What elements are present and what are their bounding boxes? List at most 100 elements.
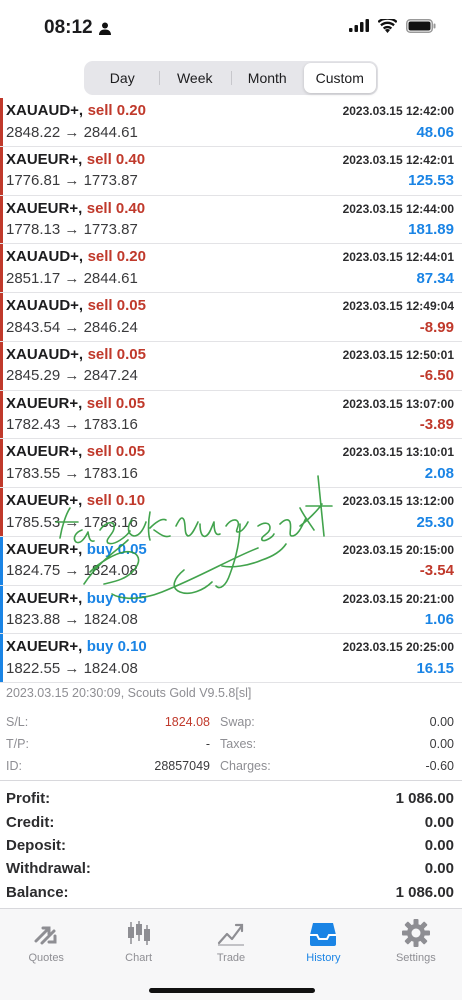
trade-profit: 87.34 xyxy=(416,269,454,287)
trade-direction-bar xyxy=(0,98,3,146)
swap-label: Swap: xyxy=(220,715,255,729)
trade-row[interactable]: XAUAUD+, sell 0.05 2023.03.15 12:50:01 284… xyxy=(0,341,462,391)
trade-prices: 1782.43 → 1783.16 xyxy=(6,416,138,433)
trade-symbol: XAUEUR+, xyxy=(6,589,83,607)
charges-value: -0.60 xyxy=(425,759,455,773)
person-icon xyxy=(98,22,111,35)
trade-open-price: 1824.75 xyxy=(6,562,61,580)
trade-row[interactable]: XAUEUR+, buy 0.10 2023.03.15 20:25:00 1822… xyxy=(0,634,462,683)
trade-direction: sell 0.20 xyxy=(87,248,146,266)
trade-icon xyxy=(216,918,246,948)
period-custom-label: Custom xyxy=(315,70,364,86)
summary-profit: Profit: 1 086.00 xyxy=(6,787,454,810)
trade-row[interactable]: XAUEUR+, sell 0.10 2023.03.15 13:12:00 178… xyxy=(0,488,462,537)
trade-direction: sell 0.40 xyxy=(86,199,146,217)
trade-prices: 2843.54 → 2846.24 xyxy=(6,318,138,336)
tab-quotes-label: Quotes xyxy=(28,952,64,964)
tab-chart[interactable]: Chart xyxy=(92,909,184,967)
trade-open-price: 2843.54 xyxy=(6,318,61,336)
period-week[interactable]: Week xyxy=(158,63,232,93)
quotes-icon xyxy=(32,918,60,948)
taxes-label: Taxes: xyxy=(220,737,257,751)
sl-value: 1824.08 xyxy=(164,715,210,729)
trade-close-price: 2847.24 xyxy=(83,367,138,385)
period-segmented-control: Day Week Month Custom xyxy=(84,61,378,95)
period-custom[interactable]: Custom xyxy=(303,63,376,93)
trade-open-price: 1785.53 xyxy=(6,513,61,531)
summary-profit-label: Profit: xyxy=(6,790,51,808)
trade-direction-bar xyxy=(0,390,3,439)
trade-row[interactable]: XAUEUR+, sell 0.05 2023.03.15 13:10:01 178… xyxy=(0,439,462,488)
trade-row[interactable]: XAUAUD+, sell 0.20 2023.03.15 12:42:00 284… xyxy=(0,98,462,147)
swap-value: 0.00 xyxy=(429,715,454,729)
summary-deposit-value: 0.00 xyxy=(424,836,454,854)
trade-close-time: 2023.03.15 12:42:01 xyxy=(342,152,454,167)
trade-symbol: XAUAUD+, xyxy=(6,345,84,363)
trade-profit: -8.99 xyxy=(419,318,454,336)
trade-symbol: XAUEUR+, xyxy=(6,150,83,168)
trade-direction: buy 0.05 xyxy=(86,540,147,558)
period-selector-bar: Day Week Month Custom xyxy=(0,57,462,99)
trade-row[interactable]: XAUEUR+, sell 0.05 2023.03.15 13:07:00 178… xyxy=(0,390,462,440)
trade-row[interactable]: XAUEUR+, sell 0.40 2023.03.15 12:44:00 177… xyxy=(0,195,462,245)
trade-close-price: 1773.87 xyxy=(83,172,138,190)
tab-history[interactable]: History xyxy=(277,909,369,967)
bottom-tab-bar: Quotes Chart Trade History Settings xyxy=(0,908,462,1000)
trade-direction-bar xyxy=(0,195,3,244)
trade-open-price: 1778.13 xyxy=(6,221,61,238)
trade-close-time: 2023.03.15 20:25:00 xyxy=(342,640,454,655)
trade-prices: 1822.55 → 1824.08 xyxy=(6,659,138,677)
trade-direction-bar xyxy=(0,439,3,487)
trade-row[interactable]: XAUEUR+, buy 0.05 2023.03.15 20:21:00 1823… xyxy=(0,585,462,635)
status-time: 08:12 xyxy=(44,17,93,38)
trade-prices: 1823.88 → 1824.08 xyxy=(6,611,138,628)
trade-direction: sell 0.05 xyxy=(86,394,146,412)
tab-settings-label: Settings xyxy=(395,952,436,964)
trade-profit: 48.06 xyxy=(416,123,454,141)
trade-prices: 1824.75 → 1824.08 xyxy=(6,562,138,580)
trade-close-price: 1783.16 xyxy=(83,416,138,433)
trade-prices: 2845.29 → 2847.24 xyxy=(6,367,138,385)
tab-quotes[interactable]: Quotes xyxy=(0,909,92,967)
trade-history-list: XAUAUD+, sell 0.20 2023.03.15 12:42:00 284… xyxy=(0,98,462,683)
period-month[interactable]: Month xyxy=(231,63,304,93)
trade-profit: -3.89 xyxy=(419,416,454,433)
trade-profit: 181.89 xyxy=(408,221,454,238)
trade-direction: sell 0.20 xyxy=(87,102,146,119)
tab-trade[interactable]: Trade xyxy=(185,909,277,967)
trade-symbol: XAUAUD+, xyxy=(6,102,84,119)
summary-profit-value: 1 086.00 xyxy=(395,790,454,808)
tp-label: T/P: xyxy=(6,737,29,751)
status-time-group: 08:12 xyxy=(44,17,111,39)
trade-direction: sell 0.05 xyxy=(86,443,146,461)
trade-direction-bar xyxy=(0,585,3,634)
trade-symbol: XAUEUR+, xyxy=(6,540,83,558)
trade-row[interactable]: XAUEUR+, sell 0.40 2023.03.15 12:42:01 177… xyxy=(0,146,462,196)
trade-symbol: XAUEUR+, xyxy=(6,199,83,217)
trade-direction-bar xyxy=(0,536,3,585)
period-week-label: Week xyxy=(176,70,213,86)
trade-symbol: XAUEUR+, xyxy=(6,492,83,509)
trade-profit: 16.15 xyxy=(416,659,454,677)
trade-prices: 1783.55 → 1783.16 xyxy=(6,464,138,482)
cellular-signal-icon xyxy=(349,19,369,37)
trade-detail-header: 2023.03.15 20:30:09, Scouts Gold V9.5.8[… xyxy=(6,686,252,700)
trade-open-price: 1783.55 xyxy=(6,464,61,482)
trade-close-time: 2023.03.15 12:50:01 xyxy=(342,347,454,362)
trade-row[interactable]: XAUEUR+, buy 0.05 2023.03.15 20:15:00 1824… xyxy=(0,536,462,586)
summary-credit-label: Credit: xyxy=(6,813,55,831)
trade-close-time: 2023.03.15 13:10:01 xyxy=(342,445,454,460)
trade-open-price: 1822.55 xyxy=(6,659,61,677)
detail-row-sl-swap: S/L: 1824.08 Swap: 0.00 xyxy=(6,711,454,733)
trade-symbol: XAUEUR+, xyxy=(6,638,83,656)
period-day[interactable]: Day xyxy=(86,63,159,93)
summary-withdrawal: Withdrawal: 0.00 xyxy=(6,857,454,880)
trade-row[interactable]: XAUAUD+, sell 0.20 2023.03.15 12:44:01 285… xyxy=(0,244,462,293)
trade-row[interactable]: XAUAUD+, sell 0.05 2023.03.15 12:49:04 284… xyxy=(0,293,462,342)
status-bar: 08:12 xyxy=(0,0,462,56)
trade-prices: 1778.13 → 1773.87 xyxy=(6,221,138,238)
trade-direction-bar xyxy=(0,293,3,341)
tab-settings[interactable]: Settings xyxy=(370,909,462,967)
home-indicator[interactable] xyxy=(149,988,315,993)
account-summary: Profit: 1 086.00 Credit: 0.00 Deposit: 0.00… xyxy=(0,780,462,904)
